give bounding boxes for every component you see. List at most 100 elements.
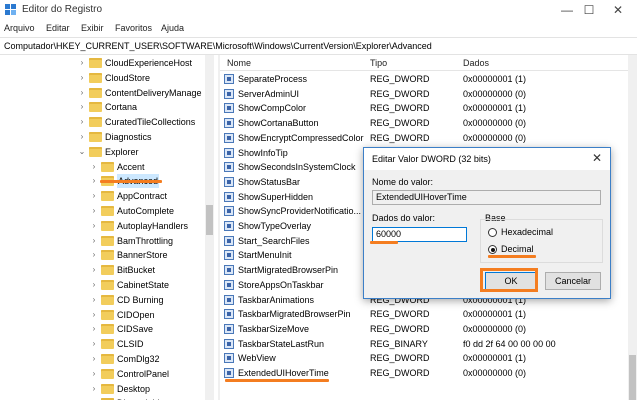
value-row[interactable]: TaskbarMigratedBrowserPin REG_DWORD 0x0000… — [220, 307, 630, 321]
menu-exibir[interactable]: Exibir — [81, 23, 104, 33]
menu-favoritos[interactable]: Favoritos — [115, 23, 152, 33]
tree-scrollbar-thumb[interactable] — [206, 205, 213, 235]
menu-arquivo[interactable]: Arquivo — [4, 23, 35, 33]
chevron-right-icon[interactable]: › — [89, 160, 99, 174]
tree-item[interactable]: › Diagnostics — [0, 130, 205, 144]
folder-icon — [101, 383, 114, 394]
tree-item[interactable]: › CloudStore — [0, 71, 205, 85]
tree-item[interactable]: › CabinetState — [0, 278, 205, 292]
tree-item[interactable]: › BamThrottling — [0, 234, 205, 248]
dword-value-icon — [224, 309, 234, 320]
tree-item[interactable]: › ComDlg32 — [0, 352, 205, 366]
chevron-right-icon[interactable]: › — [89, 308, 99, 322]
chevron-right-icon[interactable]: › — [89, 189, 99, 203]
tree-item[interactable]: › Cortana — [0, 100, 205, 114]
list-scrollbar[interactable] — [628, 55, 637, 400]
chevron-right-icon[interactable]: › — [89, 322, 99, 336]
tree-item[interactable]: › CloudExperienceHost — [0, 56, 205, 70]
column-name-header[interactable]: Nome — [227, 58, 251, 68]
value-data: 0x00000001 (1) — [463, 74, 527, 84]
dword-value-icon — [224, 147, 234, 158]
value-row[interactable]: ShowEncryptCompressedColor REG_DWORD 0x000… — [220, 131, 630, 145]
value-data: 0x00000001 (1) — [463, 103, 527, 114]
chevron-right-icon[interactable]: › — [89, 293, 99, 307]
tree-item[interactable]: › ContentDeliveryManage — [0, 86, 205, 100]
chevron-right-icon[interactable]: › — [89, 396, 99, 400]
value-data: 0x00000001 (1) — [463, 353, 527, 364]
chevron-right-icon[interactable]: › — [89, 263, 99, 277]
menu-ajuda[interactable]: Ajuda — [161, 23, 184, 33]
tree-item[interactable]: › CD Burning — [0, 293, 205, 307]
dword-value-icon — [224, 250, 234, 261]
folder-icon — [101, 250, 114, 261]
tree-item[interactable]: › BannerStore — [0, 248, 205, 262]
tree-item[interactable]: › AutoComplete — [0, 204, 205, 218]
value-data: 0x00000000 (0) — [463, 118, 527, 129]
value-name: ShowSecondsInSystemClock — [238, 162, 356, 173]
column-type-header[interactable]: Tipo — [370, 58, 387, 68]
value-row[interactable]: TaskbarSizeMove REG_DWORD 0x00000000 (0) — [220, 322, 630, 336]
tree-item-label: AutoComplete — [117, 206, 175, 216]
value-row[interactable]: ExtendedUIHoverTime REG_DWORD 0x00000000 (… — [220, 366, 630, 380]
tree-item[interactable]: › Desktop — [0, 382, 205, 396]
tree-item[interactable]: › CIDSave — [0, 322, 205, 336]
tree-item-label: CabinetState — [117, 280, 170, 290]
value-row[interactable]: TaskbarStateLastRun REG_BINARY f0 dd 2f 64… — [220, 337, 630, 351]
address-path[interactable]: Computador\HKEY_CURRENT_USER\SOFTWARE\Mi… — [4, 41, 432, 51]
value-row[interactable]: WebView REG_DWORD 0x00000001 (1) — [220, 351, 630, 365]
cancel-button[interactable]: Cancelar — [545, 272, 601, 290]
chevron-right-icon[interactable]: › — [89, 219, 99, 233]
address-bar[interactable]: Computador\HKEY_CURRENT_USER\SOFTWARE\Mi… — [0, 37, 637, 55]
tree-item[interactable]: › Discardable — [0, 396, 205, 400]
hexadecimal-radio[interactable] — [488, 228, 497, 237]
chevron-right-icon[interactable]: › — [89, 248, 99, 262]
column-data-header[interactable]: Dados — [463, 58, 489, 68]
chevron-right-icon[interactable]: › — [77, 86, 87, 100]
tree-scrollbar[interactable] — [205, 55, 214, 400]
tree-item[interactable]: › BitBucket — [0, 263, 205, 277]
value-row[interactable]: ServerAdminUI REG_DWORD 0x00000000 (0) — [220, 87, 630, 101]
value-data-input[interactable]: 60000 — [372, 227, 467, 242]
tree-item[interactable]: › Accent — [0, 160, 205, 174]
chevron-right-icon[interactable]: › — [89, 382, 99, 396]
value-type: REG_DWORD — [370, 368, 430, 378]
chevron-right-icon[interactable]: › — [89, 234, 99, 248]
value-row[interactable]: SeparateProcess REG_DWORD 0x00000001 (1) — [220, 72, 630, 86]
dword-value-icon — [224, 118, 234, 129]
tree-item[interactable]: › ControlPanel — [0, 367, 205, 381]
chevron-right-icon[interactable]: › — [89, 352, 99, 366]
advanced-highlight — [100, 180, 162, 183]
value-type: REG_DWORD — [370, 309, 430, 320]
chevron-right-icon[interactable]: › — [89, 278, 99, 292]
chevron-right-icon[interactable]: › — [89, 204, 99, 218]
dialog-close-button[interactable]: ✕ — [592, 151, 602, 165]
value-row[interactable]: ShowCompColor REG_DWORD 0x00000001 (1) — [220, 101, 630, 115]
folder-icon — [101, 220, 114, 231]
chevron-right-icon[interactable]: › — [77, 130, 87, 144]
tree-item[interactable]: › CuratedTileCollections — [0, 115, 205, 129]
value-row[interactable]: ShowCortanaButton REG_DWORD 0x00000000 (0) — [220, 116, 630, 130]
chevron-right-icon[interactable]: › — [89, 337, 99, 351]
hexadecimal-label[interactable]: Hexadecimal — [501, 227, 553, 237]
decimal-label[interactable]: Decimal — [501, 244, 534, 254]
tree-item[interactable]: › CIDOpen — [0, 308, 205, 322]
chevron-right-icon[interactable]: › — [89, 367, 99, 381]
maximize-button[interactable]: ☐ — [575, 0, 603, 20]
folder-icon — [101, 235, 114, 246]
decimal-radio[interactable] — [488, 245, 497, 254]
tree-item-label: ComDlg32 — [117, 354, 160, 364]
tree-item[interactable]: › AppContract — [0, 189, 205, 203]
chevron-right-icon[interactable]: › — [77, 115, 87, 129]
close-button[interactable]: ✕ — [604, 0, 632, 20]
tree-item[interactable]: ⌄ Explorer — [0, 145, 205, 159]
tree-item[interactable]: › AutoplayHandlers — [0, 219, 205, 233]
chevron-right-icon[interactable]: › — [77, 100, 87, 114]
menu-editar[interactable]: Editar — [46, 23, 70, 33]
chevron-right-icon[interactable]: › — [77, 71, 87, 85]
chevron-right-icon[interactable]: › — [77, 56, 87, 70]
chevron-down-icon[interactable]: ⌄ — [77, 145, 87, 159]
tree-item[interactable]: › CLSID — [0, 337, 205, 351]
list-scrollbar-thumb[interactable] — [629, 355, 636, 400]
chevron-right-icon[interactable]: › — [89, 174, 99, 188]
tree-item-label: Desktop — [117, 383, 151, 394]
